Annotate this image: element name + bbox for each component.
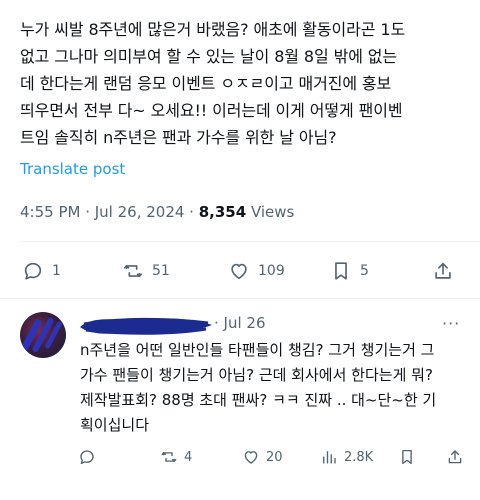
share-icon (448, 450, 462, 464)
reply-post[interactable]: · Jul 26 ··· n주년을 어떤 일반인들 타팬들이 챙김? 그거 챙기… (0, 300, 480, 500)
post-meta: 4:55 PM · Jul 26, 2024 · 8,354 Views (20, 203, 294, 221)
repost-button[interactable]: 51 (122, 255, 170, 287)
share-button[interactable] (432, 255, 454, 287)
post-timestamp[interactable]: 4:55 PM · Jul 26, 2024 · (20, 203, 199, 221)
share-icon (435, 262, 451, 279)
reply-actions: 4 20 2.8K (0, 441, 480, 471)
reply-icon (24, 262, 42, 280)
reply-button[interactable]: 1 (22, 255, 61, 287)
more-options-icon[interactable]: ··· (442, 314, 460, 333)
repost-icon (123, 264, 143, 278)
views-count: 8,354 (198, 203, 247, 221)
reply-text-line: n주년을 어떤 일반인들 타팬들이 챙김? 그거 챙기는거 그 (80, 341, 435, 359)
post-text-line: 트임 솔직히 n주년은 팬과 가수를 위한 날 아님? (20, 128, 337, 147)
post-text-line: 누가 씨발 8주년에 많은거 바랬음? 애초에 활동이라곤 1도 (20, 20, 406, 39)
repost-count: 51 (152, 263, 170, 279)
post-text-line: 없고 그나마 의미부여 할 수 있는 날이 8월 8일 밖에 없는 (20, 47, 398, 66)
divider (0, 298, 480, 299)
reply-reply-button[interactable] (78, 441, 96, 473)
bookmark-icon (335, 262, 347, 280)
bookmark-count: 5 (360, 263, 369, 279)
reply-like-button[interactable]: 20 (242, 441, 283, 473)
reply-text-line: 가수 팬들이 챙기는거 아님? 근데 회사에서 한다는게 뭐? (80, 366, 433, 384)
main-post: 누가 씨발 8주년에 많은거 바랬음? 애초에 활동이라곤 1도 없고 그나마 … (0, 0, 480, 300)
post-actions: 1 51 109 5 (0, 255, 480, 287)
reply-repost-count: 4 (184, 449, 193, 465)
bookmark-button[interactable]: 5 (330, 255, 369, 287)
reply-share-button[interactable] (446, 441, 464, 473)
reply-text-line: 제작발표회? 88명 초대 팬싸? ㅋㅋ 진짜 .. 대~단~한 기 (80, 391, 437, 409)
reply-text-line: 획이십니다 (80, 416, 150, 434)
reply-bookmark-button[interactable] (398, 441, 416, 473)
like-icon (244, 451, 258, 464)
reply-views-count: 2.8K (344, 449, 374, 465)
reply-icon (80, 450, 94, 465)
reply-count: 1 (52, 263, 61, 279)
post-text-line: 데 한다는게 랜덤 응모 이벤트 ㅇㅈㄹ이고 매거진에 홍보 (20, 74, 392, 93)
reply-like-count: 20 (266, 449, 283, 465)
translate-post-link[interactable]: Translate post (20, 160, 125, 178)
views-icon (323, 451, 336, 464)
redacted-username (80, 317, 212, 335)
reply-repost-button[interactable]: 4 (160, 441, 192, 473)
divider (20, 241, 480, 242)
bookmark-icon (402, 449, 412, 465)
post-text-line: 띄우면서 전부 다~ 오세요!! 이러는데 이게 어떻게 팬이벤 (20, 101, 403, 120)
avatar[interactable] (20, 312, 66, 358)
reply-text: n주년을 어떤 일반인들 타팬들이 챙김? 그거 챙기는거 그 가수 팬들이 챙… (80, 338, 472, 438)
repost-icon (161, 452, 177, 462)
views-label: Views (246, 203, 295, 221)
like-button[interactable]: 109 (228, 255, 285, 287)
post-text: 누가 씨발 8주년에 많은거 바랬음? 애초에 활동이라곤 1도 없고 그나마 … (20, 16, 472, 151)
like-count: 109 (258, 263, 285, 279)
like-icon (231, 263, 247, 280)
reply-date[interactable]: · Jul 26 (214, 314, 266, 332)
reply-views-button[interactable]: 2.8K (320, 441, 373, 473)
